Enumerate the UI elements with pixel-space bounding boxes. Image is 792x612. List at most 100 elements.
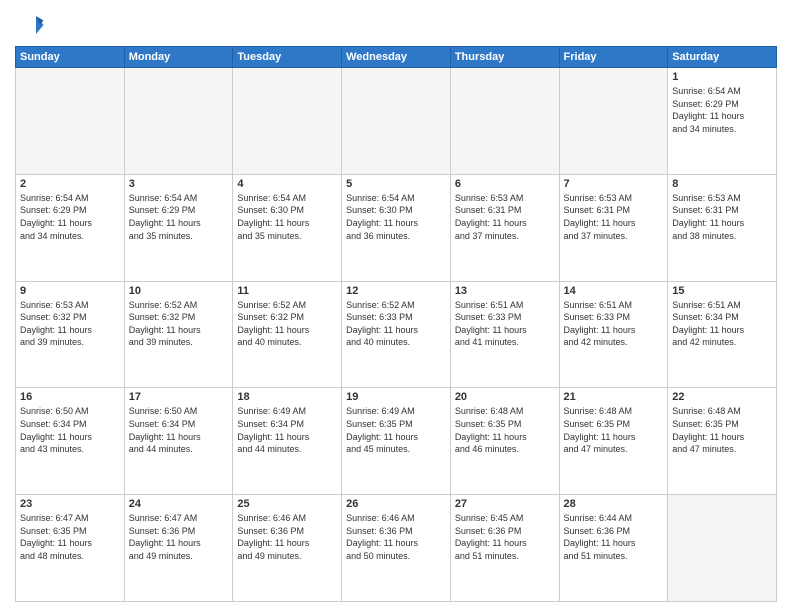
calendar-header-row: SundayMondayTuesdayWednesdayThursdayFrid… bbox=[16, 47, 777, 68]
calendar-cell: 28 Sunrise: 6:44 AM Sunset: 6:36 PM Dayli… bbox=[559, 495, 668, 602]
calendar-cell: 13 Sunrise: 6:51 AM Sunset: 6:33 PM Dayli… bbox=[450, 281, 559, 388]
calendar-cell bbox=[450, 68, 559, 175]
calendar-cell: 11 Sunrise: 6:52 AM Sunset: 6:32 PM Dayli… bbox=[233, 281, 342, 388]
calendar-cell: 8 Sunrise: 6:53 AM Sunset: 6:31 PM Daylig… bbox=[668, 174, 777, 281]
calendar-week-1: 2Sunrise: 6:54 AM Sunset: 6:29 PM Daylig… bbox=[16, 174, 777, 281]
day-number: 14 bbox=[564, 285, 664, 297]
day-number: 5 bbox=[346, 178, 446, 190]
day-number: 4 bbox=[237, 178, 337, 190]
calendar-week-3: 16 Sunrise: 6:50 AM Sunset: 6:34 PM Dayli… bbox=[16, 388, 777, 495]
day-number: 23 bbox=[20, 498, 120, 510]
header bbox=[15, 10, 777, 40]
day-info: Sunrise: 6:49 AM Sunset: 6:34 PM Dayligh… bbox=[237, 405, 337, 455]
day-info: Sunrise: 6:52 AM Sunset: 6:33 PM Dayligh… bbox=[346, 299, 446, 349]
page: SundayMondayTuesdayWednesdayThursdayFrid… bbox=[0, 0, 792, 612]
calendar-cell: 9 Sunrise: 6:53 AM Sunset: 6:32 PM Daylig… bbox=[16, 281, 125, 388]
day-info: Sunrise: 6:54 AM Sunset: 6:29 PM Dayligh… bbox=[672, 85, 772, 135]
calendar-header-thursday: Thursday bbox=[450, 47, 559, 68]
calendar-cell: 21 Sunrise: 6:48 AM Sunset: 6:35 PM Dayli… bbox=[559, 388, 668, 495]
day-number: 7 bbox=[564, 178, 664, 190]
calendar-cell bbox=[233, 68, 342, 175]
day-info: Sunrise: 6:48 AM Sunset: 6:35 PM Dayligh… bbox=[672, 405, 772, 455]
day-info: Sunrise: 6:45 AM Sunset: 6:36 PM Dayligh… bbox=[455, 512, 555, 562]
day-number: 10 bbox=[129, 285, 229, 297]
calendar-cell: 23 Sunrise: 6:47 AM Sunset: 6:35 PM Dayli… bbox=[16, 495, 125, 602]
calendar-cell: 18 Sunrise: 6:49 AM Sunset: 6:34 PM Dayli… bbox=[233, 388, 342, 495]
day-info: Sunrise: 6:54 AM Sunset: 6:30 PM Dayligh… bbox=[346, 192, 446, 242]
day-number: 18 bbox=[237, 391, 337, 403]
day-number: 12 bbox=[346, 285, 446, 297]
calendar-cell: 2Sunrise: 6:54 AM Sunset: 6:29 PM Daylig… bbox=[16, 174, 125, 281]
day-number: 11 bbox=[237, 285, 337, 297]
day-info: Sunrise: 6:52 AM Sunset: 6:32 PM Dayligh… bbox=[129, 299, 229, 349]
day-info: Sunrise: 6:53 AM Sunset: 6:31 PM Dayligh… bbox=[672, 192, 772, 242]
day-number: 16 bbox=[20, 391, 120, 403]
calendar-cell bbox=[668, 495, 777, 602]
calendar-cell bbox=[16, 68, 125, 175]
day-number: 9 bbox=[20, 285, 120, 297]
day-info: Sunrise: 6:53 AM Sunset: 6:32 PM Dayligh… bbox=[20, 299, 120, 349]
day-number: 6 bbox=[455, 178, 555, 190]
day-number: 24 bbox=[129, 498, 229, 510]
day-info: Sunrise: 6:51 AM Sunset: 6:33 PM Dayligh… bbox=[564, 299, 664, 349]
day-info: Sunrise: 6:48 AM Sunset: 6:35 PM Dayligh… bbox=[564, 405, 664, 455]
day-number: 3 bbox=[129, 178, 229, 190]
day-number: 22 bbox=[672, 391, 772, 403]
day-number: 17 bbox=[129, 391, 229, 403]
day-info: Sunrise: 6:46 AM Sunset: 6:36 PM Dayligh… bbox=[237, 512, 337, 562]
day-info: Sunrise: 6:50 AM Sunset: 6:34 PM Dayligh… bbox=[129, 405, 229, 455]
day-number: 20 bbox=[455, 391, 555, 403]
calendar-cell: 26 Sunrise: 6:46 AM Sunset: 6:36 PM Dayli… bbox=[342, 495, 451, 602]
calendar-cell: 17 Sunrise: 6:50 AM Sunset: 6:34 PM Dayli… bbox=[124, 388, 233, 495]
day-number: 27 bbox=[455, 498, 555, 510]
calendar-cell: 25Sunrise: 6:46 AM Sunset: 6:36 PM Dayli… bbox=[233, 495, 342, 602]
day-info: Sunrise: 6:51 AM Sunset: 6:33 PM Dayligh… bbox=[455, 299, 555, 349]
calendar-header-tuesday: Tuesday bbox=[233, 47, 342, 68]
day-info: Sunrise: 6:53 AM Sunset: 6:31 PM Dayligh… bbox=[455, 192, 555, 242]
calendar-header-monday: Monday bbox=[124, 47, 233, 68]
calendar-cell bbox=[342, 68, 451, 175]
calendar-cell: 20 Sunrise: 6:48 AM Sunset: 6:35 PM Dayli… bbox=[450, 388, 559, 495]
logo-icon bbox=[15, 10, 45, 40]
calendar-week-2: 9 Sunrise: 6:53 AM Sunset: 6:32 PM Daylig… bbox=[16, 281, 777, 388]
day-number: 21 bbox=[564, 391, 664, 403]
calendar-cell: 1 Sunrise: 6:54 AM Sunset: 6:29 PM Daylig… bbox=[668, 68, 777, 175]
day-number: 1 bbox=[672, 71, 772, 83]
logo bbox=[15, 10, 49, 40]
day-info: Sunrise: 6:48 AM Sunset: 6:35 PM Dayligh… bbox=[455, 405, 555, 455]
calendar-cell: 15Sunrise: 6:51 AM Sunset: 6:34 PM Dayli… bbox=[668, 281, 777, 388]
day-info: Sunrise: 6:52 AM Sunset: 6:32 PM Dayligh… bbox=[237, 299, 337, 349]
day-info: Sunrise: 6:47 AM Sunset: 6:35 PM Dayligh… bbox=[20, 512, 120, 562]
day-info: Sunrise: 6:50 AM Sunset: 6:34 PM Dayligh… bbox=[20, 405, 120, 455]
calendar-cell: 22 Sunrise: 6:48 AM Sunset: 6:35 PM Dayli… bbox=[668, 388, 777, 495]
calendar-cell: 14 Sunrise: 6:51 AM Sunset: 6:33 PM Dayli… bbox=[559, 281, 668, 388]
day-info: Sunrise: 6:54 AM Sunset: 6:30 PM Dayligh… bbox=[237, 192, 337, 242]
calendar-cell: 5 Sunrise: 6:54 AM Sunset: 6:30 PM Daylig… bbox=[342, 174, 451, 281]
day-info: Sunrise: 6:51 AM Sunset: 6:34 PM Dayligh… bbox=[672, 299, 772, 349]
day-number: 13 bbox=[455, 285, 555, 297]
day-info: Sunrise: 6:47 AM Sunset: 6:36 PM Dayligh… bbox=[129, 512, 229, 562]
calendar-header-sunday: Sunday bbox=[16, 47, 125, 68]
calendar-cell bbox=[559, 68, 668, 175]
day-number: 28 bbox=[564, 498, 664, 510]
day-number: 2 bbox=[20, 178, 120, 190]
calendar-cell: 12 Sunrise: 6:52 AM Sunset: 6:33 PM Dayli… bbox=[342, 281, 451, 388]
calendar-cell: 19Sunrise: 6:49 AM Sunset: 6:35 PM Dayli… bbox=[342, 388, 451, 495]
day-number: 19 bbox=[346, 391, 446, 403]
calendar-cell: 10 Sunrise: 6:52 AM Sunset: 6:32 PM Dayli… bbox=[124, 281, 233, 388]
calendar-cell: 27 Sunrise: 6:45 AM Sunset: 6:36 PM Dayli… bbox=[450, 495, 559, 602]
day-info: Sunrise: 6:46 AM Sunset: 6:36 PM Dayligh… bbox=[346, 512, 446, 562]
calendar-header-wednesday: Wednesday bbox=[342, 47, 451, 68]
calendar-table: SundayMondayTuesdayWednesdayThursdayFrid… bbox=[15, 46, 777, 602]
day-number: 8 bbox=[672, 178, 772, 190]
calendar-cell bbox=[124, 68, 233, 175]
calendar-cell: 7 Sunrise: 6:53 AM Sunset: 6:31 PM Daylig… bbox=[559, 174, 668, 281]
calendar-cell: 3Sunrise: 6:54 AM Sunset: 6:29 PM Daylig… bbox=[124, 174, 233, 281]
day-number: 26 bbox=[346, 498, 446, 510]
calendar-header-friday: Friday bbox=[559, 47, 668, 68]
day-info: Sunrise: 6:53 AM Sunset: 6:31 PM Dayligh… bbox=[564, 192, 664, 242]
calendar-cell: 6 Sunrise: 6:53 AM Sunset: 6:31 PM Daylig… bbox=[450, 174, 559, 281]
day-info: Sunrise: 6:44 AM Sunset: 6:36 PM Dayligh… bbox=[564, 512, 664, 562]
calendar-cell: 4 Sunrise: 6:54 AM Sunset: 6:30 PM Daylig… bbox=[233, 174, 342, 281]
calendar-cell: 24 Sunrise: 6:47 AM Sunset: 6:36 PM Dayli… bbox=[124, 495, 233, 602]
